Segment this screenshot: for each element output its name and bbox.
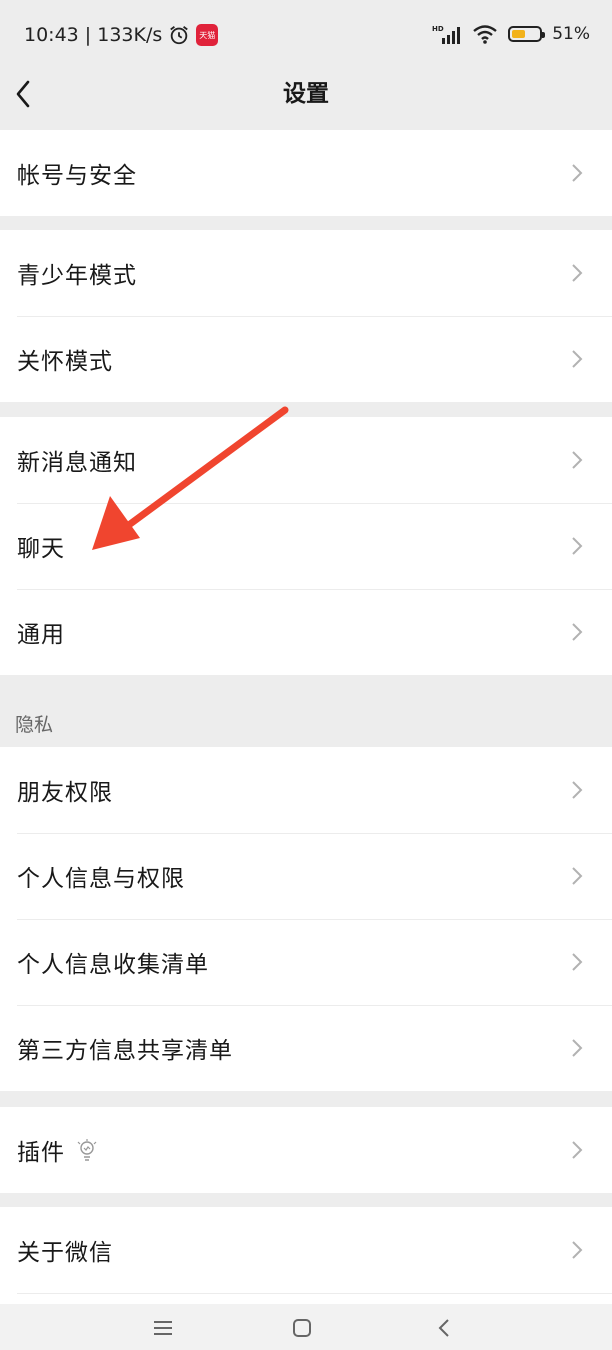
settings-group-messages: 新消息通知 聊天 通用 bbox=[0, 417, 612, 675]
nav-bar: 设置 bbox=[0, 58, 612, 130]
wifi-icon bbox=[473, 25, 497, 44]
chevron-right-icon bbox=[572, 953, 583, 971]
section-header-privacy: 隐私 bbox=[15, 714, 54, 736]
settings-item-label: 关于微信 bbox=[17, 1240, 113, 1266]
network-type: HD bbox=[432, 25, 444, 33]
chevron-right-icon bbox=[572, 451, 583, 469]
settings-item-label: 聊天 bbox=[17, 536, 65, 562]
settings-item-teen-mode[interactable]: 青少年模式 bbox=[0, 230, 612, 316]
status-time-speed: 10:43 | 133K/s bbox=[24, 24, 163, 46]
settings-item-friend-permissions[interactable]: 朋友权限 bbox=[0, 747, 612, 833]
settings-item-label: 第三方信息共享清单 bbox=[17, 1038, 233, 1064]
settings-item-label: 插件 bbox=[17, 1140, 65, 1166]
menu-icon[interactable] bbox=[143, 1316, 183, 1340]
settings-item-plugins[interactable]: 插件 bbox=[0, 1107, 612, 1193]
settings-item-chat[interactable]: 聊天 bbox=[0, 503, 612, 589]
settings-item-label: 新消息通知 bbox=[17, 450, 137, 476]
settings-group-privacy: 朋友权限 个人信息与权限 个人信息收集清单 第三方信息共享清单 bbox=[0, 747, 612, 1091]
alarm-clock-icon bbox=[170, 26, 189, 45]
status-left: 10:43 | 133K/s 天猫 bbox=[24, 24, 219, 46]
lightbulb-icon bbox=[77, 1139, 97, 1161]
home-square-icon[interactable] bbox=[282, 1316, 322, 1340]
settings-item-account-security[interactable]: 帐号与安全 bbox=[0, 130, 612, 216]
settings-item-label: 帐号与安全 bbox=[17, 163, 137, 189]
page-title: 设置 bbox=[283, 81, 329, 107]
settings-item-personal-info-permissions[interactable]: 个人信息与权限 bbox=[0, 833, 612, 919]
tmall-app-icon: 天猫 bbox=[196, 24, 219, 46]
chevron-right-icon bbox=[572, 1039, 583, 1057]
settings-item-notifications[interactable]: 新消息通知 bbox=[0, 417, 612, 503]
chevron-right-icon bbox=[572, 781, 583, 799]
battery-icon bbox=[508, 26, 546, 42]
settings-item-label: 关怀模式 bbox=[17, 349, 113, 375]
chevron-right-icon bbox=[572, 867, 583, 885]
system-nav-bar bbox=[0, 1304, 612, 1350]
settings-item-general[interactable]: 通用 bbox=[0, 589, 612, 675]
settings-item-about-wechat[interactable]: 关于微信 bbox=[0, 1207, 612, 1293]
settings-item-personal-info-list[interactable]: 个人信息收集清单 bbox=[0, 919, 612, 1005]
settings-item-label: 个人信息与权限 bbox=[17, 866, 185, 892]
settings-item-label: 朋友权限 bbox=[17, 780, 113, 806]
battery-percent: 51% bbox=[552, 24, 590, 44]
settings-item-care-mode[interactable]: 关怀模式 bbox=[0, 316, 612, 402]
battery-level bbox=[512, 30, 526, 38]
settings-group-about: 关于微信 bbox=[0, 1207, 612, 1304]
status-right: HD 51% bbox=[432, 24, 590, 44]
chevron-right-icon bbox=[572, 350, 583, 368]
settings-item-third-party-sharing[interactable]: 第三方信息共享清单 bbox=[0, 1005, 612, 1091]
settings-item-label: 个人信息收集清单 bbox=[17, 952, 209, 978]
settings-item-next-partial bbox=[0, 1293, 612, 1304]
settings-group-account: 帐号与安全 bbox=[0, 130, 612, 216]
chevron-right-icon bbox=[572, 164, 583, 182]
settings-item-label: 通用 bbox=[17, 622, 65, 648]
settings-group-plugins: 插件 bbox=[0, 1107, 612, 1193]
cell-signal-icon: HD bbox=[432, 25, 461, 44]
settings-item-label: 青少年模式 bbox=[17, 263, 137, 289]
chevron-right-icon bbox=[572, 623, 583, 641]
chevron-right-icon bbox=[572, 537, 583, 555]
back-triangle-icon[interactable] bbox=[424, 1316, 464, 1340]
chevron-right-icon bbox=[572, 1141, 583, 1159]
settings-group-modes: 青少年模式 关怀模式 bbox=[0, 230, 612, 402]
chevron-right-icon bbox=[572, 264, 583, 282]
chevron-right-icon bbox=[572, 1241, 583, 1259]
